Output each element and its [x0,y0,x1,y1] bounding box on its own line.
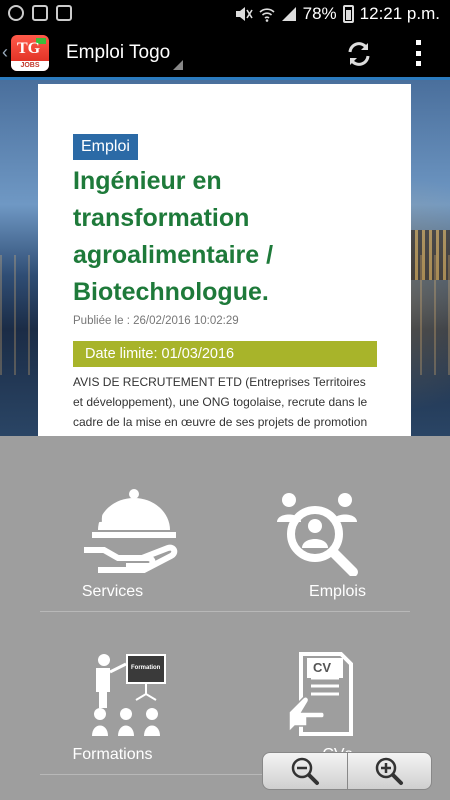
refresh-icon[interactable] [344,39,374,69]
action-bar: ‹ TG JOBS Emploi Togo [0,28,450,78]
formations-label: Formations [72,746,153,763]
zoom-out-button[interactable] [263,753,347,789]
deadline-banner: Date limite: 01/03/2016 [73,341,377,367]
app-title[interactable]: Emploi Togo [66,42,170,64]
back-chevron-icon[interactable]: ‹ [2,42,8,63]
formation-board-label: Formation [131,665,161,671]
job-search-icon [277,493,358,576]
services-label: Services [81,583,144,600]
logo-text: TG [17,40,41,57]
whatsapp-icon [8,5,24,21]
zoom-controls [262,752,432,790]
clock: 12:21 p.m. [359,4,440,23]
app-logo[interactable]: TG JOBS [11,35,49,71]
battery-icon [342,5,354,23]
mute-icon [235,7,253,21]
zoom-in-button[interactable] [348,753,432,789]
category-badge[interactable]: Emploi [73,134,138,160]
cloche-serving-icon [84,489,178,573]
emplois-label: Emplois [309,583,366,600]
formations-tile[interactable]: Formation Formations [0,616,225,771]
image-icon [32,5,48,21]
wifi-icon [259,8,275,22]
services-tile[interactable]: Services [0,436,225,606]
overflow-menu-icon[interactable] [416,40,424,66]
logo-subtext: JOBS [11,61,49,71]
status-right: 78% 12:21 p.m. [235,4,440,24]
cv-icon-text: CV [313,660,332,675]
status-bar: 78% 12:21 p.m. [0,0,450,28]
store-icon [56,5,72,21]
emplois-tile[interactable]: Emplois [225,436,450,606]
post-title[interactable]: Ingénieur en transformation agroalimenta… [73,163,398,311]
zoom-in-icon [376,757,404,785]
spinner-indicator-icon [173,60,183,70]
battery-percent: 78% [302,4,337,23]
featured-post-card[interactable]: Emploi Ingénieur en transformation agroa… [38,84,411,447]
row-divider [40,611,410,612]
cvs-tile[interactable]: CV CVs [225,616,450,771]
menu-grid: Services Emplois Formation Formations CV [0,436,450,800]
signal-icon [281,7,296,21]
notification-icons [8,5,72,21]
published-date: Publiée le : 26/02/2016 10:02:29 [73,315,239,327]
zoom-out-icon [291,757,319,785]
